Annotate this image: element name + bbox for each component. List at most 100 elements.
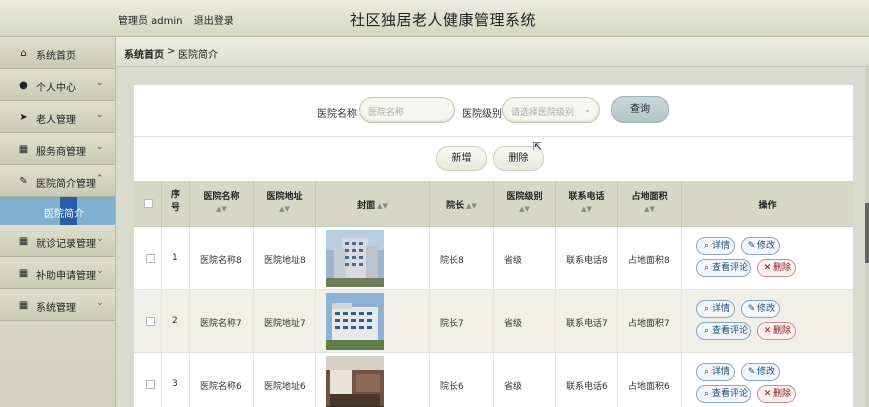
col-index: 序号 bbox=[162, 181, 190, 227]
col-level-label: 医院级别 bbox=[506, 192, 543, 202]
user-info: 管理员 admin 退出登录 bbox=[118, 12, 242, 27]
sidebar-item-label: 老人管理 bbox=[36, 115, 76, 126]
view-comments-label: 查看评论 bbox=[712, 263, 749, 273]
chevron-down-icon: ⌄ bbox=[96, 78, 104, 88]
detail-button[interactable]: ⌕ 详情 bbox=[696, 363, 735, 381]
row-address: 医院地址7 bbox=[264, 319, 306, 329]
col-cover[interactable]: 封面 ▲▼ bbox=[316, 181, 430, 227]
row-name: 医院名称6 bbox=[200, 382, 242, 392]
search-icon: ⌕ bbox=[703, 263, 710, 273]
col-dean[interactable]: 院长 ▲▼ bbox=[430, 181, 494, 227]
breadcrumb-home[interactable]: 系统首页 bbox=[124, 46, 164, 61]
view-comments-button[interactable]: ⌕ 查看评论 bbox=[696, 259, 751, 277]
vertical-scrollbar[interactable] bbox=[865, 67, 869, 407]
view-comments-button[interactable]: ⌕ 查看评论 bbox=[696, 385, 751, 403]
row-delete-button[interactable]: ✕ 删除 bbox=[757, 385, 796, 403]
pencil-icon: ✎ bbox=[747, 367, 756, 377]
sidebar-item-subsidy[interactable]: ▦ 补助申请管理 ⌄ bbox=[0, 257, 115, 289]
delete-label: 删除 bbox=[773, 263, 792, 273]
delete-label: 删除 bbox=[773, 326, 792, 336]
col-cover-label: 封面 bbox=[357, 201, 376, 211]
detail-label: 详情 bbox=[712, 367, 731, 377]
row-delete-button[interactable]: ✕ 删除 bbox=[757, 259, 796, 277]
sidebar-item-label: 服务商管理 bbox=[36, 147, 86, 158]
delete-label: 删除 bbox=[773, 389, 792, 399]
sidebar-item-providers[interactable]: ▦ 服务商管理 ⌄ bbox=[0, 133, 115, 165]
sidebar-item-label: 个人中心 bbox=[36, 83, 76, 94]
logout-link[interactable]: 退出登录 bbox=[194, 16, 234, 27]
chevron-down-icon: ⌄ bbox=[96, 234, 104, 244]
grid-icon: ▦ bbox=[18, 144, 29, 155]
sidebar-item-label: 补助申请管理 bbox=[36, 271, 96, 282]
edit-icon: ✎ bbox=[19, 176, 28, 187]
close-icon: ✕ bbox=[763, 389, 772, 399]
edit-label: 修改 bbox=[757, 241, 776, 251]
table-row: 1 医院名称8 医院地址8 院长8 省级 联系电话8 占地面积8 ⌕ 详情 ✎ … bbox=[134, 227, 853, 290]
sidebar-item-home[interactable]: ⌂ 系统首页 bbox=[0, 37, 115, 69]
col-ops: 操作 bbox=[682, 181, 853, 227]
sidebar-item-system[interactable]: ▦ 系统管理 ⌄ bbox=[0, 289, 115, 321]
sidebar-item-elderly[interactable]: ➤ 老人管理 ⌄ bbox=[0, 101, 115, 133]
hospital-name-input[interactable]: 医院名称 bbox=[359, 97, 455, 123]
query-button[interactable]: 查询 bbox=[611, 96, 669, 123]
row-level: 省级 bbox=[504, 256, 523, 266]
row-checkbox[interactable] bbox=[146, 254, 155, 263]
sort-icon: ▲▼ bbox=[216, 205, 227, 213]
view-comments-button[interactable]: ⌕ 查看评论 bbox=[696, 322, 751, 340]
user-icon: ● bbox=[19, 80, 28, 91]
hospital-level-label: 医院级别 bbox=[462, 109, 502, 120]
sidebar-item-hospital-intro[interactable]: ✎ 医院简介管理 ⌃ bbox=[0, 165, 115, 197]
pencil-icon: ✎ bbox=[747, 241, 756, 251]
sidebar-subitem-hospital-intro[interactable]: 医院简介 bbox=[0, 197, 115, 225]
scrollbar-thumb[interactable] bbox=[865, 203, 869, 263]
sidebar-item-label: 就诊记录管理 bbox=[36, 239, 96, 250]
breadcrumb: 系统首页 > 医院简介 bbox=[116, 37, 869, 67]
col-area[interactable]: 占地面积 ▲▼ bbox=[618, 181, 682, 227]
row-phone: 联系电话7 bbox=[566, 319, 608, 329]
row-checkbox[interactable] bbox=[146, 380, 155, 389]
detail-label: 详情 bbox=[712, 304, 731, 314]
grid-icon: ▦ bbox=[18, 300, 29, 311]
detail-button[interactable]: ⌕ 详情 bbox=[696, 300, 735, 318]
edit-button[interactable]: ✎ 修改 bbox=[741, 300, 780, 318]
detail-button[interactable]: ⌕ 详情 bbox=[696, 237, 735, 255]
row-area: 占地面积6 bbox=[628, 382, 670, 392]
send-icon: ➤ bbox=[19, 112, 28, 123]
view-comments-label: 查看评论 bbox=[712, 326, 749, 336]
action-bar: 新增 删除 bbox=[134, 137, 853, 181]
row-level: 省级 bbox=[504, 319, 523, 329]
sidebar-item-personal-center[interactable]: ● 个人中心 ⌄ bbox=[0, 69, 115, 101]
add-button[interactable]: 新增 bbox=[436, 146, 487, 171]
sidebar-item-label: 医院简介管理 bbox=[36, 179, 96, 190]
sidebar-item-visit-records[interactable]: ▦ 就诊记录管理 ⌄ bbox=[0, 225, 115, 257]
search-icon: ⌕ bbox=[703, 367, 710, 377]
edit-button[interactable]: ✎ 修改 bbox=[741, 363, 780, 381]
row-dean: 院长6 bbox=[440, 382, 464, 392]
row-checkbox[interactable] bbox=[146, 317, 155, 326]
col-ops-label: 操作 bbox=[758, 201, 777, 211]
row-index: 3 bbox=[172, 379, 178, 389]
col-phone-label: 联系电话 bbox=[568, 192, 605, 202]
view-comments-label: 查看评论 bbox=[712, 389, 749, 399]
edit-button[interactable]: ✎ 修改 bbox=[741, 237, 780, 255]
select-all-header bbox=[134, 181, 162, 227]
row-name: 医院名称7 bbox=[200, 319, 242, 329]
col-area-label: 占地面积 bbox=[631, 192, 668, 202]
hospital-level-select[interactable]: 请选择医院级别 ⌄ bbox=[502, 97, 600, 123]
sidebar: ⌂ 系统首页 ● 个人中心 ⌄ ➤ 老人管理 ⌄ ▦ 服务商管理 ⌄ ✎ 医院简… bbox=[0, 37, 116, 407]
row-index: 1 bbox=[172, 253, 178, 263]
table-header: 序号 医院名称 ▲▼ 医院地址 ▲▼ 封面 ▲▼ 院长 ▲▼ 医院级别 ▲▼ 联… bbox=[134, 181, 853, 227]
chevron-down-icon: ⌄ bbox=[96, 266, 104, 276]
col-name[interactable]: 医院名称 ▲▼ bbox=[190, 181, 254, 227]
top-bar: 管理员 admin 退出登录 社区独居老人健康管理系统 bbox=[0, 0, 869, 37]
detail-label: 详情 bbox=[712, 241, 731, 251]
sidebar-item-label: 系统首页 bbox=[36, 51, 76, 62]
col-address[interactable]: 医院地址 ▲▼ bbox=[254, 181, 316, 227]
row-dean: 院长7 bbox=[440, 319, 464, 329]
row-phone: 联系电话8 bbox=[566, 256, 608, 266]
row-delete-button[interactable]: ✕ 删除 bbox=[757, 322, 796, 340]
col-phone[interactable]: 联系电话 ▲▼ bbox=[556, 181, 618, 227]
edit-label: 修改 bbox=[757, 367, 776, 377]
col-level[interactable]: 医院级别 ▲▼ bbox=[494, 181, 556, 227]
select-all-checkbox[interactable] bbox=[144, 199, 153, 208]
